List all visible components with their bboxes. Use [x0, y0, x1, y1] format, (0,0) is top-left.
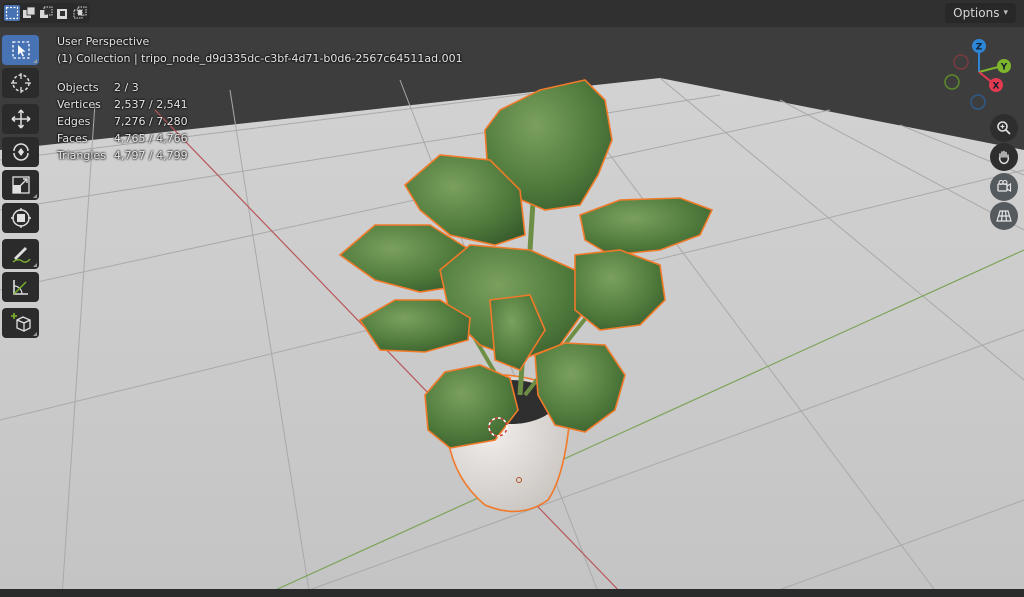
stat-row-vertices: Vertices 2,537 / 2,541 — [57, 96, 188, 113]
camera-view-button[interactable] — [990, 173, 1018, 201]
pan-hand-icon — [998, 150, 1010, 165]
rotate-icon — [12, 143, 29, 161]
mode-invert-button[interactable] — [55, 5, 71, 21]
stat-value: 7,276 / 7,280 — [114, 115, 188, 128]
tool-select-box[interactable] — [2, 35, 39, 65]
cursor-icon — [10, 73, 31, 93]
gizmo-neg-y[interactable] — [944, 74, 960, 90]
view-info: User Perspective (1) Collection | tripo_… — [57, 33, 463, 67]
tool-scale[interactable] — [2, 170, 39, 200]
selection-mode-group — [2, 3, 90, 23]
tool-shelf — [2, 35, 41, 341]
stat-label: Faces — [57, 132, 88, 145]
tool-cursor[interactable] — [2, 68, 39, 98]
mode-extend-icon — [23, 6, 36, 18]
options-label: Options — [953, 6, 1000, 20]
move-icon — [11, 109, 30, 129]
gizmo-z-label: Z — [976, 43, 983, 53]
tool-transform[interactable] — [2, 203, 39, 233]
stat-value: 2,537 / 2,541 — [114, 98, 188, 111]
tool-rotate[interactable] — [2, 137, 39, 167]
options-dropdown[interactable]: Options ▾ — [945, 3, 1016, 23]
stat-row-edges: Edges 7,276 / 7,280 — [57, 113, 188, 130]
annotate-icon — [12, 247, 31, 263]
gizmo-y-label: Y — [1000, 63, 1008, 73]
stat-label: Objects — [57, 81, 99, 94]
stat-value: 2 / 3 — [114, 81, 139, 94]
zoom-button[interactable] — [990, 114, 1018, 142]
view-name: User Perspective — [57, 35, 150, 48]
tool-add-cube[interactable] — [2, 308, 39, 338]
mode-subtract-button[interactable] — [38, 5, 54, 21]
mode-intersect-button[interactable] — [72, 5, 88, 21]
tool-annotate[interactable] — [2, 239, 39, 269]
stat-value: 4,797 / 4,799 — [114, 149, 188, 162]
tool-measure[interactable] — [2, 272, 39, 302]
mode-invert-icon — [57, 9, 67, 19]
chevron-down-icon: ▾ — [1003, 8, 1008, 18]
viewport-header: Options ▾ — [0, 0, 1024, 27]
stat-label: Edges — [57, 115, 91, 128]
stat-row-faces: Faces 4,765 / 4,766 — [57, 130, 188, 147]
gizmo-neg-x[interactable] — [953, 54, 969, 70]
zoom-icon — [997, 121, 1011, 135]
stat-label: Triangles — [57, 149, 106, 162]
scale-icon — [11, 176, 30, 194]
collection-line: (1) Collection | tripo_node_d9d335dc-c3b… — [57, 52, 463, 65]
viewport-bottom-edge — [0, 589, 1024, 597]
stat-label: Vertices — [57, 98, 101, 111]
select-box-icon — [11, 41, 30, 59]
stat-row-objects: Objects 2 / 3 — [57, 79, 188, 96]
mode-set-icon — [5, 6, 19, 20]
mode-intersect-icon — [73, 6, 87, 19]
tool-move[interactable] — [2, 104, 39, 134]
gizmo-x-label: X — [993, 82, 1000, 92]
navigation-gizmo[interactable]: Z Y X — [938, 36, 1020, 116]
ortho-toggle-button[interactable] — [990, 202, 1018, 230]
scene-statistics: Objects 2 / 3 Vertices 2,537 / 2,541 Edges… — [57, 79, 188, 164]
transform-icon — [10, 208, 31, 228]
camera-view-icon — [997, 179, 1012, 192]
mode-extend-button[interactable] — [21, 5, 37, 21]
ortho-grid-icon — [996, 210, 1012, 222]
3d-viewport[interactable]: User Perspective (1) Collection | tripo_… — [0, 0, 1024, 597]
add-cube-icon — [10, 313, 31, 332]
stat-row-triangles: Triangles 4,797 / 4,799 — [57, 147, 188, 164]
pan-button[interactable] — [990, 143, 1018, 171]
mode-subtract-icon — [40, 6, 53, 18]
gizmo-neg-z[interactable] — [970, 94, 986, 110]
mode-set-button[interactable] — [4, 5, 20, 21]
stat-value: 4,765 / 4,766 — [114, 132, 188, 145]
measure-icon — [12, 280, 28, 295]
